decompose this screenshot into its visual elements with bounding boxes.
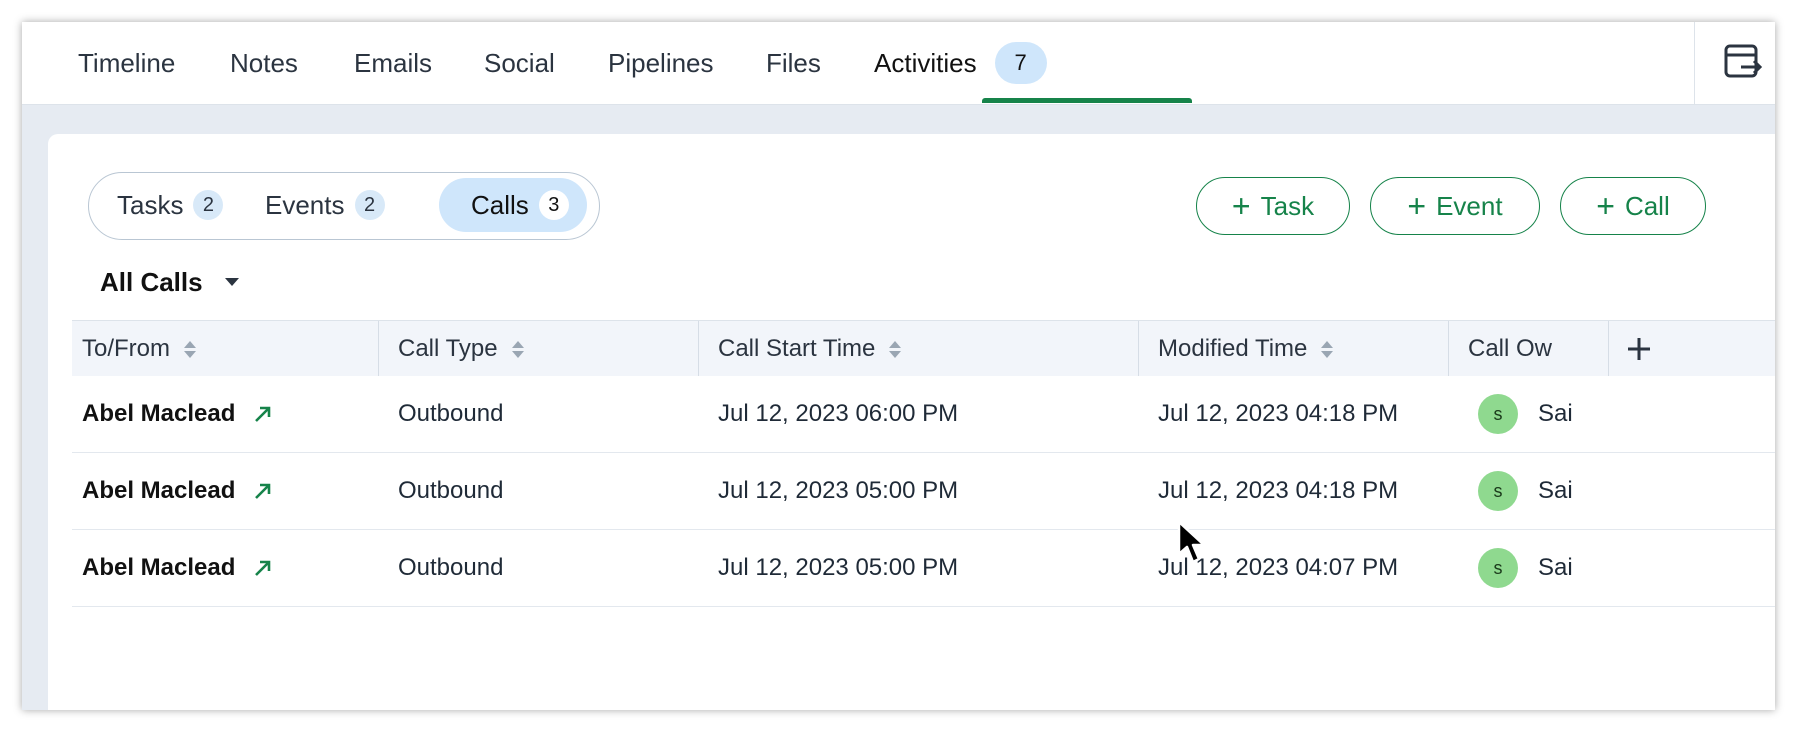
active-tab-indicator [982,98,1192,103]
tab-emails[interactable]: Emails [354,22,432,104]
tab-social[interactable]: Social [484,22,555,104]
to-from-link[interactable]: Abel Maclead [82,453,273,529]
call-type-cell: Outbound [398,400,504,427]
column-label: Call Ow [1468,335,1553,362]
add-call-button[interactable]: + Call [1560,177,1706,235]
tab-label: Notes [230,47,298,78]
modified-time-cell: Jul 12, 2023 04:18 PM [1158,477,1399,504]
segment-count: 3 [538,190,569,220]
outgoing-arrow-icon [253,558,273,578]
sort-icon[interactable] [1321,340,1334,358]
export-icon [1724,44,1763,78]
filter-label: All Calls [100,266,203,297]
segment-label: Calls [471,189,529,220]
to-from-link[interactable]: Abel Maclead [82,530,273,606]
column-header-modified-time[interactable]: Modified Time [1158,321,1334,377]
call-type-cell: Outbound [398,554,504,581]
column-divider[interactable] [698,321,699,377]
to-from-link[interactable]: Abel Maclead [82,376,273,452]
tab-label: Timeline [78,47,176,78]
add-column-button[interactable] [1608,321,1669,377]
column-header-to-from[interactable]: To/From [82,321,197,377]
add-task-button[interactable]: + Task [1196,177,1350,235]
plus-icon: + [1407,188,1427,224]
button-label: Task [1260,190,1315,221]
toolbar-divider [1694,22,1695,104]
call-owner-cell: s Sai [1478,530,1573,606]
contact-name: Abel Maclead [82,477,236,504]
column-header-call-start-time[interactable]: Call Start Time [718,321,902,377]
column-label: Call Start Time [718,335,876,362]
button-label: Call [1624,190,1670,221]
tab-label: Social [484,47,555,78]
sort-icon[interactable] [184,340,197,358]
calls-filter-dropdown[interactable]: All Calls [100,262,239,302]
call-type-cell: Outbound [398,477,504,504]
modified-time-cell: Jul 12, 2023 04:18 PM [1158,400,1399,427]
plus-icon: + [1596,188,1615,224]
tab-activities[interactable]: Activities 7 [874,22,1047,104]
call-owner-cell: s Sai [1478,453,1573,529]
call-start-time-cell: Jul 12, 2023 05:00 PM [718,477,959,504]
table-row[interactable]: Abel Maclead Outbound Jul 12, 2023 06:00… [72,376,1775,453]
column-divider[interactable] [1448,321,1449,377]
segment-label: Events [265,189,345,220]
owner-name: Sai [1538,554,1573,581]
avatar: s [1478,394,1518,434]
contact-name: Abel Maclead [82,554,236,581]
app-frame: Timeline Notes Emails Social Pipelines F… [22,22,1775,710]
contact-name: Abel Maclead [82,400,236,427]
column-label: Modified Time [1158,335,1308,362]
owner-name: Sai [1538,477,1573,504]
segment-events[interactable]: Events 2 [241,178,405,232]
plus-icon [1628,338,1650,360]
sort-icon[interactable] [511,340,524,358]
tab-files[interactable]: Files [766,22,821,104]
tab-pipelines[interactable]: Pipelines [608,22,714,104]
column-divider[interactable] [1138,321,1139,377]
mouse-cursor-icon [1177,520,1206,564]
segment-label: Tasks [117,189,184,220]
sort-icon[interactable] [889,340,902,358]
export-button[interactable] [1722,42,1764,82]
top-tab-bar: Timeline Notes Emails Social Pipelines F… [22,22,1775,105]
tab-label: Pipelines [608,47,714,78]
outgoing-arrow-icon [253,481,273,501]
plus-icon: + [1231,188,1251,224]
call-owner-cell: s Sai [1478,376,1573,452]
table-row[interactable]: Abel Maclead Outbound Jul 12, 2023 05:00… [72,530,1775,607]
owner-name: Sai [1538,400,1573,427]
column-label: To/From [82,335,171,362]
table-row[interactable]: Abel Maclead Outbound Jul 12, 2023 05:00… [72,453,1775,530]
tab-label: Activities [874,47,977,78]
column-header-call-owner[interactable]: Call Ow [1468,321,1552,377]
call-start-time-cell: Jul 12, 2023 06:00 PM [718,400,959,427]
segment-calls[interactable]: Calls 3 [439,178,587,232]
column-header-call-type[interactable]: Call Type [398,321,524,377]
caret-down-icon [224,278,239,286]
tab-timeline[interactable]: Timeline [78,22,175,104]
table-header: To/From Call Type Call Start Time Modifi… [72,320,1775,378]
segment-tasks[interactable]: Tasks 2 [93,178,245,232]
call-start-time-cell: Jul 12, 2023 05:00 PM [718,554,959,581]
calls-card: Tasks 2 Events 2 Calls 3 + Task + Event … [48,134,1775,710]
tab-label: Files [766,47,821,78]
tab-label: Emails [354,47,433,78]
activities-count-badge: 7 [994,42,1047,84]
button-label: Event [1436,190,1503,221]
avatar: s [1478,548,1518,588]
add-event-button[interactable]: + Event [1370,177,1540,235]
column-label: Call Type [398,335,498,362]
segment-count: 2 [193,190,224,220]
tab-notes[interactable]: Notes [230,22,298,104]
segment-count: 2 [354,190,385,220]
outgoing-arrow-icon [253,404,273,424]
column-divider[interactable] [378,321,379,377]
activity-type-switcher: Tasks 2 Events 2 Calls 3 [88,172,600,240]
avatar: s [1478,471,1518,511]
